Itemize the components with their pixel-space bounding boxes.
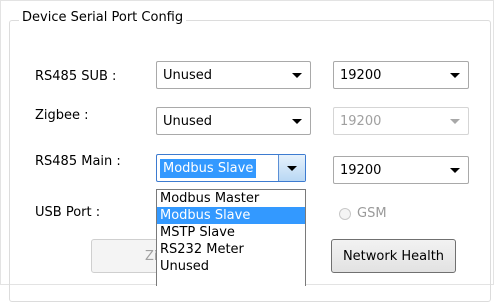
rs485-sub-label: RS485 SUB : [35, 69, 117, 84]
dropdown-option-rs232-meter[interactable]: RS232 Meter [157, 241, 305, 258]
rs485-sub-baud-select[interactable]: 19200 [333, 61, 469, 89]
rs485-sub-baud-value: 19200 [340, 67, 382, 83]
zigbee-label: Zigbee : [35, 108, 89, 123]
chevron-down-icon[interactable] [284, 108, 310, 134]
dropdown-option-modbus-slave[interactable]: Modbus Slave [157, 207, 305, 224]
rs485-sub-port-value: Unused [163, 67, 213, 83]
chevron-down-icon[interactable] [278, 155, 305, 181]
rs485-main-port-select[interactable]: Modbus Slave [156, 154, 306, 182]
usb-port-label: USB Port : [35, 205, 101, 220]
dropdown-option-modbus-master[interactable]: Modbus Master [157, 190, 305, 207]
zigbee-baud-value: 19200 [340, 113, 382, 129]
chevron-down-icon[interactable] [284, 62, 310, 88]
zigbee-baud-select: 19200 [333, 107, 469, 135]
chevron-down-icon [442, 108, 468, 134]
rs485-main-label: RS485 Main : [35, 154, 121, 169]
rs485-main-baud-value: 19200 [340, 162, 382, 178]
dropdown-option-unused[interactable]: Unused [157, 258, 305, 275]
group-title: Device Serial Port Config [19, 10, 187, 25]
chevron-down-icon[interactable] [442, 62, 468, 88]
rs485-main-baud-select[interactable]: 19200 [333, 156, 469, 184]
gsm-option: GSM [339, 206, 387, 221]
gsm-label: GSM [357, 206, 387, 221]
gsm-radio [339, 207, 351, 220]
chevron-down-icon[interactable] [442, 157, 468, 183]
config-panel: Device Serial Port Config RS485 SUB : Un… [0, 0, 494, 302]
network-health-button[interactable]: Network Health [331, 239, 456, 273]
network-health-label: Network Health [342, 248, 445, 264]
zigbee-port-value: Unused [163, 113, 213, 129]
rs485-main-port-value: Modbus Slave [160, 158, 257, 178]
dropdown-option-mstp-slave[interactable]: MSTP Slave [157, 224, 305, 241]
zigbee-port-select[interactable]: Unused [156, 107, 311, 135]
rs485-sub-port-select[interactable]: Unused [156, 61, 311, 89]
port-dropdown-list: Modbus Master Modbus Slave MSTP Slave RS… [156, 189, 306, 286]
